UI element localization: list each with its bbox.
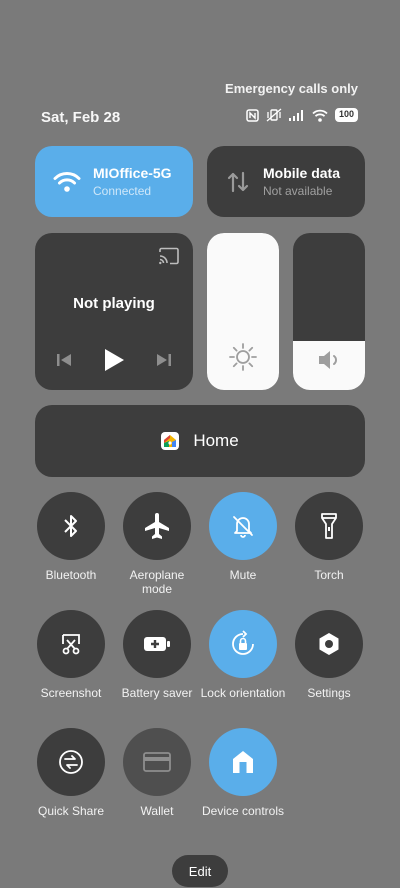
wifi-network-name: MIOffice-5G <box>93 165 172 181</box>
data-arrows-icon <box>227 171 249 192</box>
device-controls-button[interactable] <box>209 728 277 796</box>
gear-icon <box>319 633 339 655</box>
mobile-data-title: Mobile data <box>263 165 341 181</box>
home-icon <box>233 751 253 773</box>
media-title: Not playing <box>73 295 155 312</box>
cast-icon[interactable] <box>158 247 180 265</box>
wallet-button[interactable] <box>123 728 191 796</box>
settings-toggle[interactable]: Settings <box>286 610 372 700</box>
bluetooth-button[interactable] <box>37 492 105 560</box>
quick-share-button[interactable] <box>37 728 105 796</box>
screenshot-button[interactable] <box>37 610 105 678</box>
battery-saver-label: Battery saver <box>121 686 193 700</box>
torch-button[interactable] <box>295 492 363 560</box>
next-icon[interactable] <box>155 351 173 369</box>
play-icon[interactable] <box>102 347 126 373</box>
battery-plus-icon <box>144 637 170 651</box>
card-icon <box>143 752 171 772</box>
share-circle-icon <box>59 750 83 774</box>
emergency-calls-text: Emergency calls only <box>225 81 358 96</box>
lock-orientation-button[interactable] <box>209 610 277 678</box>
airplane-icon <box>145 513 169 539</box>
wifi-icon <box>53 171 81 192</box>
aeroplane-toggle[interactable]: Aeroplane mode <box>114 492 200 596</box>
wallet-label: Wallet <box>140 804 174 818</box>
previous-icon[interactable] <box>55 351 73 369</box>
bell-off-icon <box>233 516 253 538</box>
battery-saver-toggle[interactable]: Battery saver <box>114 610 200 700</box>
quick-share-label: Quick Share <box>37 804 105 818</box>
settings-button[interactable] <box>295 610 363 678</box>
google-home-icon <box>161 432 180 450</box>
device-controls-toggle[interactable]: Device controls <box>200 728 286 818</box>
status-icons: 100 <box>246 108 358 122</box>
nfc-icon <box>246 108 259 122</box>
mobile-data-tile[interactable]: Mobile data Not available <box>207 146 365 217</box>
mute-button[interactable] <box>209 492 277 560</box>
volume-slider[interactable] <box>293 233 365 390</box>
wifi-tile[interactable]: MIOffice-5G Connected <box>35 146 193 217</box>
volume-icon <box>319 351 337 369</box>
torch-toggle[interactable]: Torch <box>286 492 372 582</box>
settings-label: Settings <box>307 686 351 700</box>
scissors-icon <box>62 634 80 655</box>
vibrate-off-icon <box>266 108 282 122</box>
flashlight-icon <box>321 513 337 539</box>
bluetooth-toggle[interactable]: Bluetooth <box>28 492 114 582</box>
torch-label: Torch <box>314 568 344 582</box>
brightness-icon <box>229 343 257 371</box>
mobile-data-status: Not available <box>263 184 333 198</box>
aeroplane-label: Aeroplane mode <box>129 568 185 596</box>
signal-icon <box>288 110 303 121</box>
wifi-status-icon <box>312 109 328 122</box>
wifi-status: Connected <box>93 184 152 198</box>
home-label: Home <box>193 431 239 450</box>
mute-label: Mute <box>229 568 257 582</box>
battery-saver-button[interactable] <box>123 610 191 678</box>
aeroplane-button[interactable] <box>123 492 191 560</box>
lock-orientation-toggle[interactable]: Lock orientation <box>200 610 286 700</box>
wallet-toggle[interactable]: Wallet <box>114 728 200 818</box>
media-player-tile[interactable]: Not playing <box>35 233 193 390</box>
rotation-lock-icon <box>232 630 254 655</box>
date-text: Sat, Feb 28 <box>41 109 121 126</box>
device-controls-label: Device controls <box>201 804 285 818</box>
lock-orientation-label: Lock orientation <box>200 686 286 700</box>
bluetooth-label: Bluetooth <box>45 568 97 582</box>
home-tile[interactable]: Home <box>35 405 365 477</box>
quick-share-toggle[interactable]: Quick Share <box>28 728 114 818</box>
screenshot-toggle[interactable]: Screenshot <box>28 610 114 700</box>
mute-toggle[interactable]: Mute <box>200 492 286 582</box>
bluetooth-icon <box>64 515 77 537</box>
screenshot-label: Screenshot <box>40 686 102 700</box>
brightness-slider[interactable] <box>207 233 279 390</box>
edit-button[interactable]: Edit <box>172 855 228 887</box>
battery-indicator: 100 <box>334 108 358 122</box>
